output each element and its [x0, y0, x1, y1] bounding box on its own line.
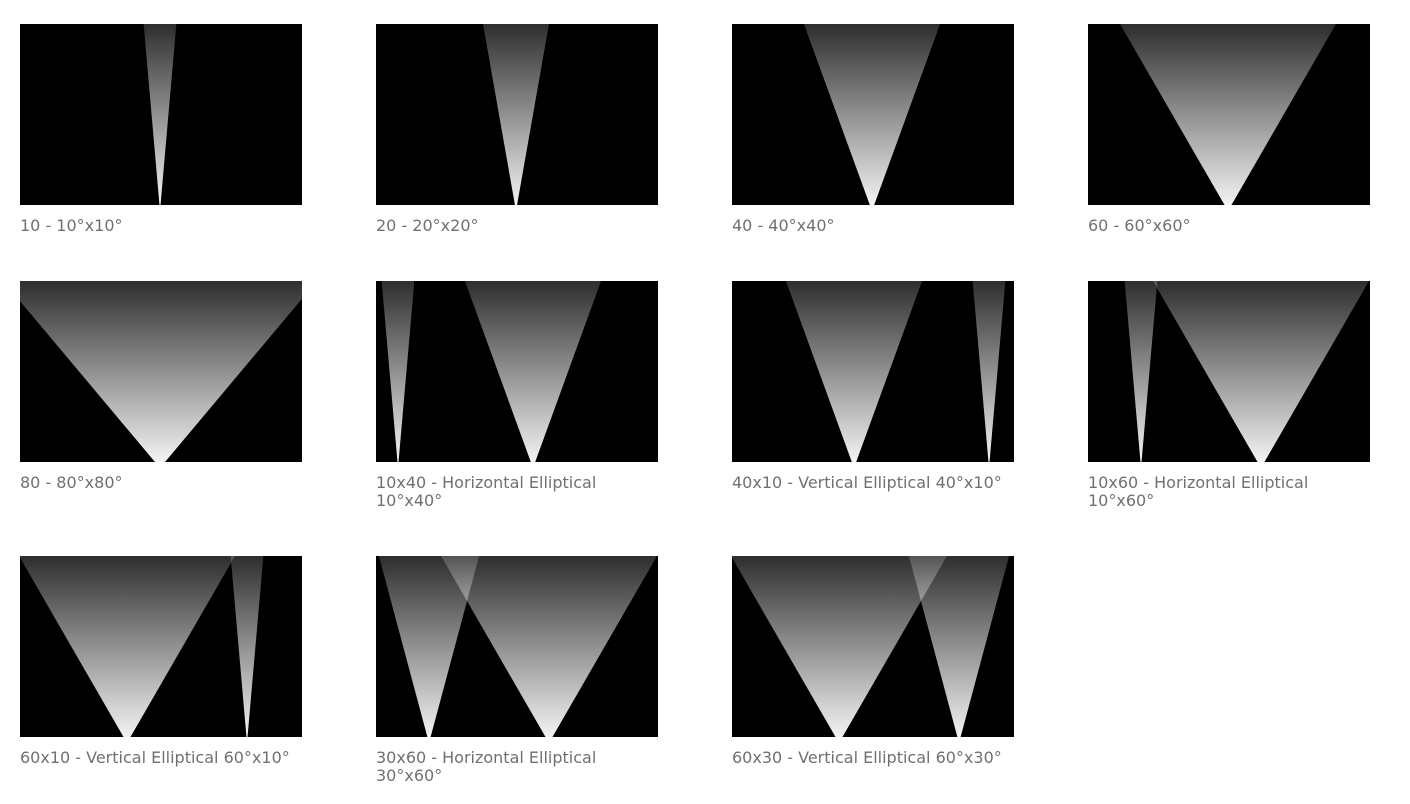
beam-caption: 40x10 - Vertical Elliptical 40°x10° [732, 473, 1002, 492]
beam-caption: 60x10 - Vertical Elliptical 60°x10° [20, 748, 290, 767]
beam-diagram [376, 24, 658, 205]
beam-caption: 80 - 80°x80° [20, 473, 123, 492]
beam-caption: 60 - 60°x60° [1088, 216, 1191, 235]
beam-card: 20 - 20°x20° [376, 24, 658, 235]
beam-caption: 30x60 - Horizontal Elliptical 30°x60° [376, 748, 597, 785]
beam-card: 10 - 10°x10° [20, 24, 302, 235]
beam-card: 60 - 60°x60° [1088, 24, 1370, 235]
beam-card: 10x40 - Horizontal Elliptical 10°x40° [376, 281, 658, 510]
beam-card: 40x10 - Vertical Elliptical 40°x10° [732, 281, 1014, 492]
beam-diagram [1088, 281, 1370, 462]
beam-card: 60x10 - Vertical Elliptical 60°x10° [20, 556, 302, 767]
beam-diagram [732, 281, 1014, 462]
beam-caption: 10x60 - Horizontal Elliptical 10°x60° [1088, 473, 1309, 510]
beam-card: 60x30 - Vertical Elliptical 60°x30° [732, 556, 1014, 767]
beam-caption: 60x30 - Vertical Elliptical 60°x30° [732, 748, 1002, 767]
beam-caption: 10 - 10°x10° [20, 216, 123, 235]
beam-card: 10x60 - Horizontal Elliptical 10°x60° [1088, 281, 1370, 510]
beam-diagram [376, 556, 658, 737]
beam-card: 80 - 80°x80° [20, 281, 302, 492]
beam-diagram [20, 556, 302, 737]
beam-diagram [1088, 24, 1370, 205]
beam-diagram [376, 281, 658, 462]
beam-caption: 10x40 - Horizontal Elliptical 10°x40° [376, 473, 597, 510]
beam-diagram [732, 24, 1014, 205]
beam-caption: 20 - 20°x20° [376, 216, 479, 235]
beam-diagram [732, 556, 1014, 737]
beam-card: 30x60 - Horizontal Elliptical 30°x60° [376, 556, 658, 785]
beam-caption: 40 - 40°x40° [732, 216, 835, 235]
beam-card: 40 - 40°x40° [732, 24, 1014, 235]
beam-diagram [20, 24, 302, 205]
beam-diagram [20, 281, 302, 462]
